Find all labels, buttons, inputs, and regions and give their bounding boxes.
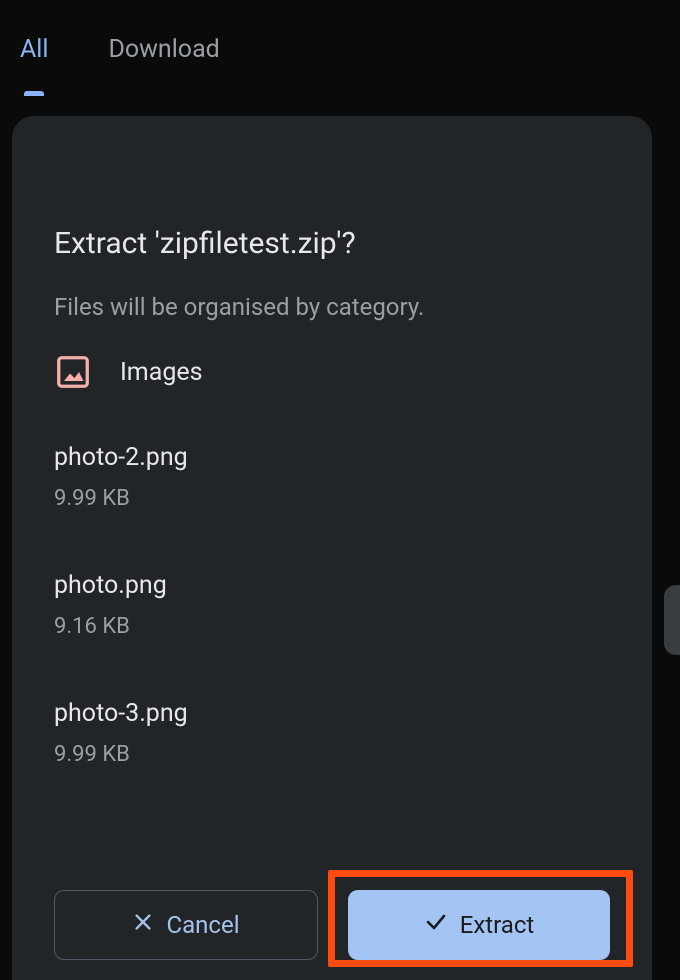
- category-label: Images: [120, 358, 203, 387]
- tab-download[interactable]: Download: [108, 35, 219, 84]
- check-icon: [424, 910, 448, 940]
- tab-bar: All Download: [0, 0, 680, 84]
- cancel-label: Cancel: [166, 911, 239, 939]
- background-sliver: [664, 585, 680, 655]
- dialog-actions: Cancel Extract: [54, 890, 610, 960]
- file-name: photo.png: [54, 571, 610, 600]
- extract-label: Extract: [460, 911, 535, 939]
- file-size: 9.99 KB: [54, 742, 610, 767]
- cancel-button[interactable]: Cancel: [54, 890, 318, 960]
- file-size: 9.16 KB: [54, 614, 610, 639]
- close-icon: [132, 911, 154, 939]
- tab-all[interactable]: All: [20, 35, 48, 84]
- image-icon: [54, 353, 92, 391]
- file-name: photo-2.png: [54, 443, 610, 472]
- extract-dialog: Extract 'zipfiletest.zip'? Files will be…: [12, 116, 652, 980]
- dialog-subtitle: Files will be organised by category.: [54, 293, 610, 321]
- list-item: photo-2.png 9.99 KB: [54, 443, 610, 511]
- dialog-title: Extract 'zipfiletest.zip'?: [54, 226, 610, 261]
- list-item: photo-3.png 9.99 KB: [54, 699, 610, 767]
- extract-button[interactable]: Extract: [348, 890, 610, 960]
- file-name: photo-3.png: [54, 699, 610, 728]
- list-item: photo.png 9.16 KB: [54, 571, 610, 639]
- category-header: Images: [54, 353, 610, 391]
- file-size: 9.99 KB: [54, 486, 610, 511]
